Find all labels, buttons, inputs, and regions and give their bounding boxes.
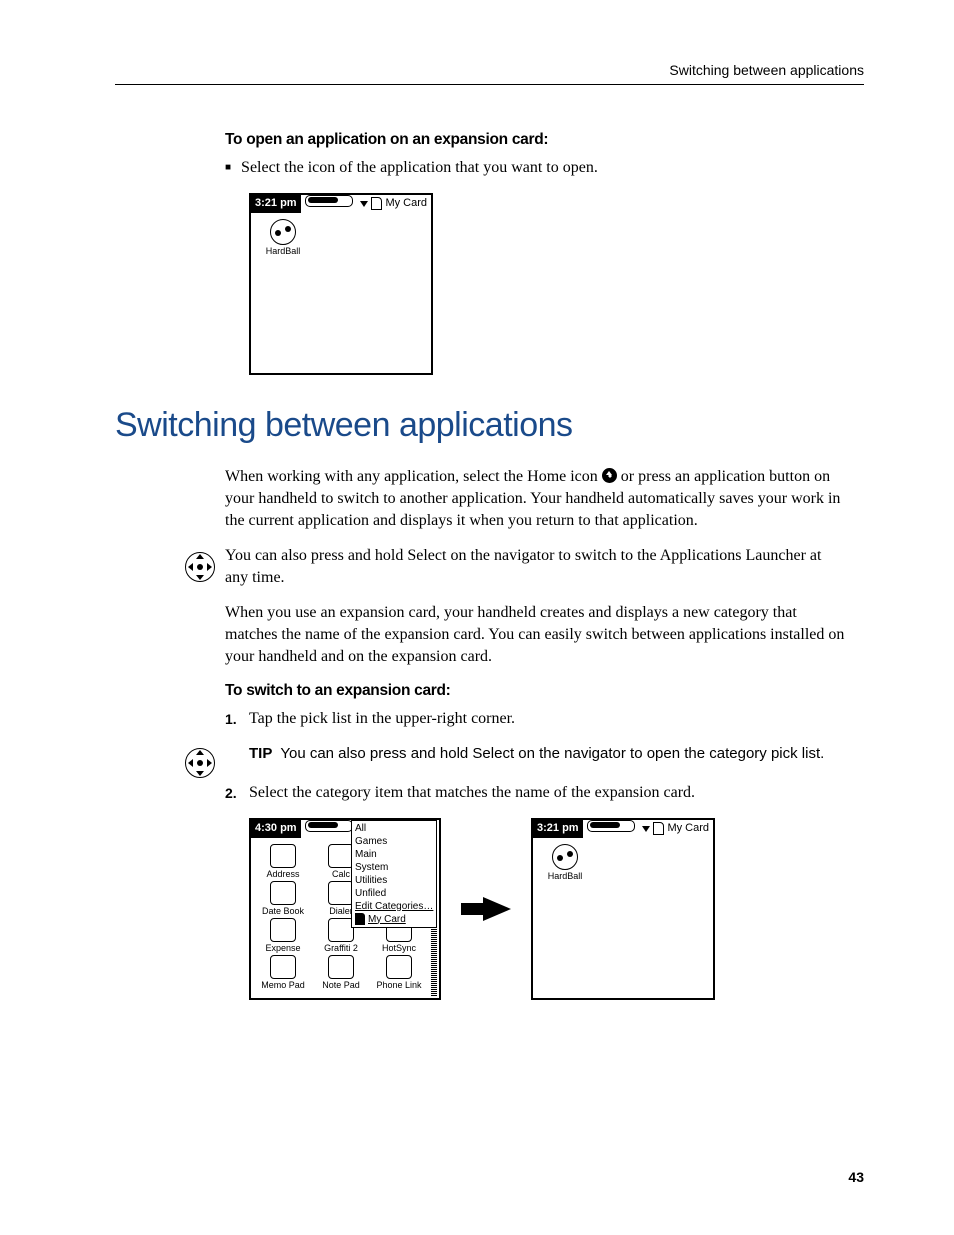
figure-launcher-card: 3:21 pm My Card HardBall xyxy=(249,193,433,375)
procedure-1-title: To open an application on an expansion c… xyxy=(225,130,845,151)
dd-unfiled[interactable]: Unfiled xyxy=(355,887,433,900)
step-2: Select the category item that matches th… xyxy=(225,782,845,804)
device1-time: 3:21 pm xyxy=(251,195,301,213)
expense-icon xyxy=(270,918,296,942)
section-p3: When you use an expansion card, your han… xyxy=(225,602,845,667)
phonelink-icon xyxy=(386,955,412,979)
notepad-icon xyxy=(328,955,354,979)
card-slot-icon xyxy=(305,820,353,837)
device3-category-label: My Card xyxy=(667,821,709,836)
tip-block: TIP You can also press and hold Select on… xyxy=(249,744,845,764)
figure-launcher-dropdown: 4:30 pm Address Calc Date Book Dialer Ex… xyxy=(249,818,441,1000)
app-hardball-label: HardBall xyxy=(255,247,311,256)
dropdown-icon xyxy=(642,826,650,832)
app-address[interactable]: Address xyxy=(255,844,311,879)
card-icon xyxy=(371,197,382,210)
dd-games[interactable]: Games xyxy=(355,835,433,848)
address-icon xyxy=(270,844,296,868)
section-p2: You can also press and hold Select on th… xyxy=(225,545,845,588)
category-dropdown[interactable]: All Games Main System Utilities Unfiled … xyxy=(351,820,437,928)
datebook-icon xyxy=(270,881,296,905)
section-heading: Switching between applications xyxy=(115,403,845,449)
header-rule xyxy=(115,84,864,85)
tip-text: You can also press and hold Select on th… xyxy=(280,745,824,762)
card-slot-icon xyxy=(587,820,635,837)
dd-main[interactable]: Main xyxy=(355,848,433,861)
dd-utilities[interactable]: Utilities xyxy=(355,874,433,887)
dd-edit-categories[interactable]: Edit Categories… xyxy=(355,900,433,913)
navigator-icon xyxy=(185,748,215,785)
device1-category-label: My Card xyxy=(385,196,427,211)
app-datebook[interactable]: Date Book xyxy=(255,881,311,916)
dd-my-card[interactable]: My Card xyxy=(355,913,433,926)
device3-time: 3:21 pm xyxy=(533,820,583,838)
home-icon xyxy=(602,468,617,483)
card-icon xyxy=(653,822,664,835)
dd-all[interactable]: All xyxy=(355,822,433,835)
app-hardball[interactable]: HardBall xyxy=(255,219,311,256)
app-phonelink[interactable]: Phone Link xyxy=(371,955,427,990)
procedure-2-title: To switch to an expansion card: xyxy=(225,681,845,702)
device3-category-pick[interactable]: My Card xyxy=(642,821,713,836)
card-icon xyxy=(355,913,365,925)
app-expense[interactable]: Expense xyxy=(255,918,311,953)
device2-time: 4:30 pm xyxy=(251,820,301,838)
app-notepad[interactable]: Note Pad xyxy=(313,955,369,990)
hardball-icon xyxy=(270,219,296,245)
app-hardball-label: HardBall xyxy=(537,872,593,881)
running-header: Switching between applications xyxy=(669,62,864,78)
section-p1: When working with any application, selec… xyxy=(225,466,845,531)
tip-label: TIP xyxy=(249,745,272,762)
step-1: Tap the pick list in the upper-right cor… xyxy=(225,708,845,730)
memopad-icon xyxy=(270,955,296,979)
navigator-icon xyxy=(185,552,215,589)
hardball-icon xyxy=(552,844,578,870)
card-slot-icon xyxy=(305,195,353,212)
dropdown-icon xyxy=(360,201,368,207)
figure-launcher-card-result: 3:21 pm My Card HardBall xyxy=(531,818,715,1000)
app-hardball[interactable]: HardBall xyxy=(537,844,593,881)
procedure-1-bullet: Select the icon of the application that … xyxy=(225,157,845,179)
app-memopad[interactable]: Memo Pad xyxy=(255,955,311,990)
arrow-right-icon xyxy=(461,897,511,921)
device1-category-pick[interactable]: My Card xyxy=(360,196,431,211)
page-number: 43 xyxy=(848,1169,864,1185)
dd-system[interactable]: System xyxy=(355,861,433,874)
